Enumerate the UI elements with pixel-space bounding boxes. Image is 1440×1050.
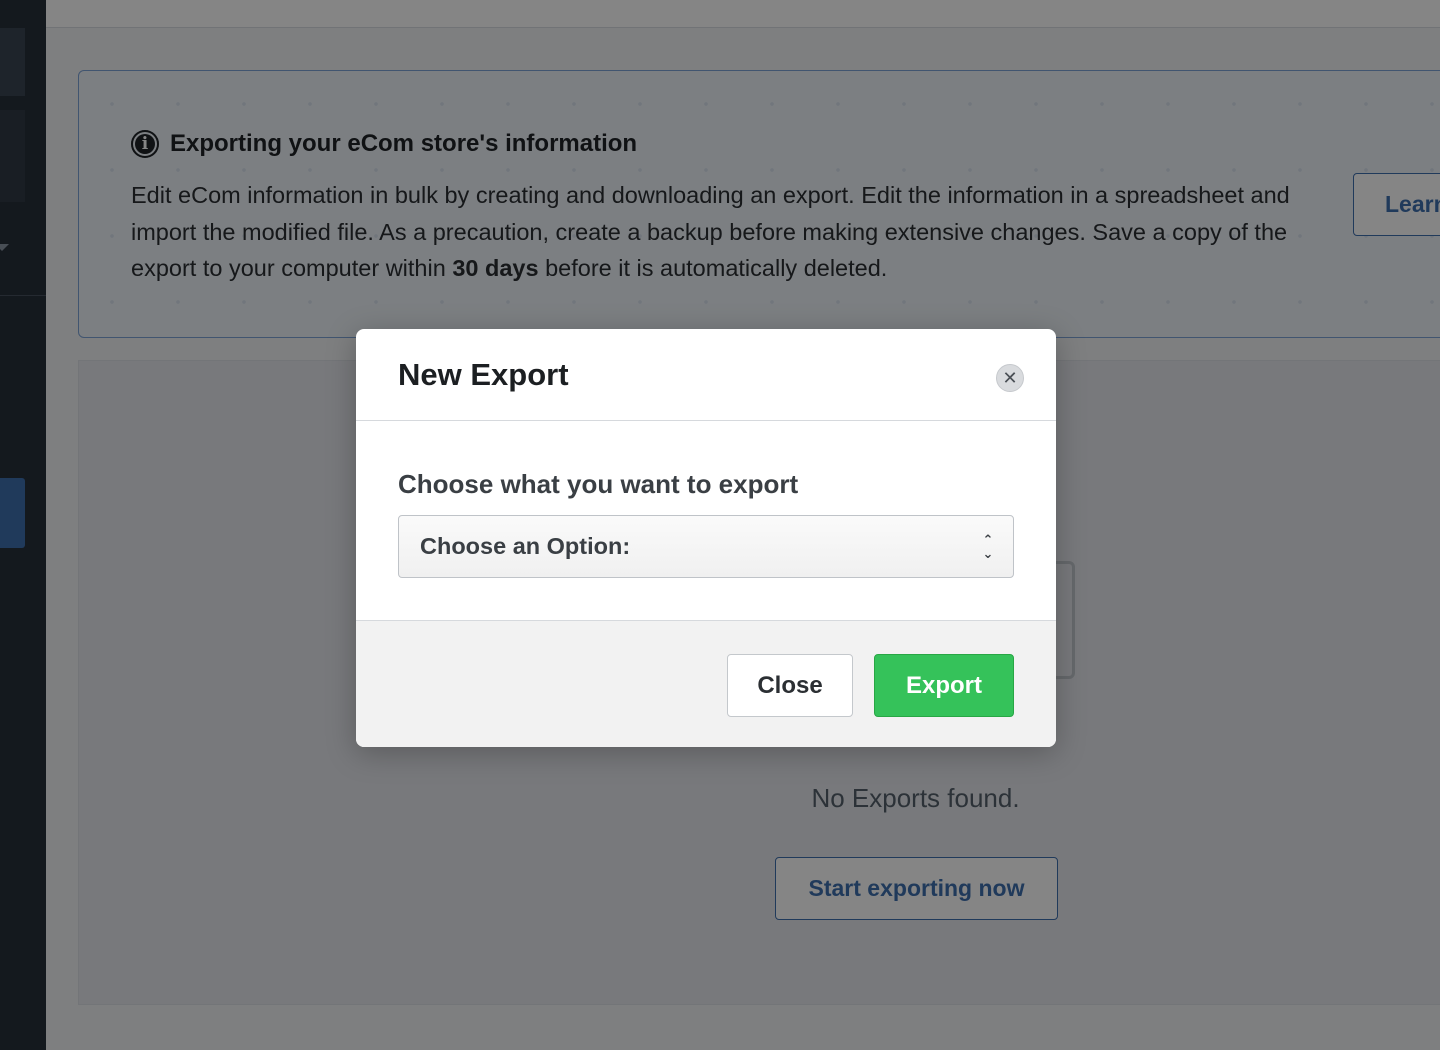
export-type-select-value: Choose an Option: [420, 533, 631, 559]
modal-footer: Close Export [356, 620, 1056, 747]
close-icon[interactable]: ✕ [996, 364, 1024, 392]
export-type-select[interactable]: Choose an Option: ⌃ ⌄ [398, 515, 1014, 578]
modal-body: Choose what you want to export Choose an… [356, 421, 1056, 620]
close-button[interactable]: Close [727, 654, 853, 717]
select-arrows-icon: ⌃ ⌄ [982, 532, 994, 561]
modal-title: New Export [398, 357, 569, 392]
modal-header: New Export ✕ [356, 329, 1056, 421]
export-type-label: Choose what you want to export [398, 469, 799, 499]
export-button[interactable]: Export [874, 654, 1014, 717]
new-export-modal: New Export ✕ Choose what you want to exp… [356, 329, 1056, 747]
